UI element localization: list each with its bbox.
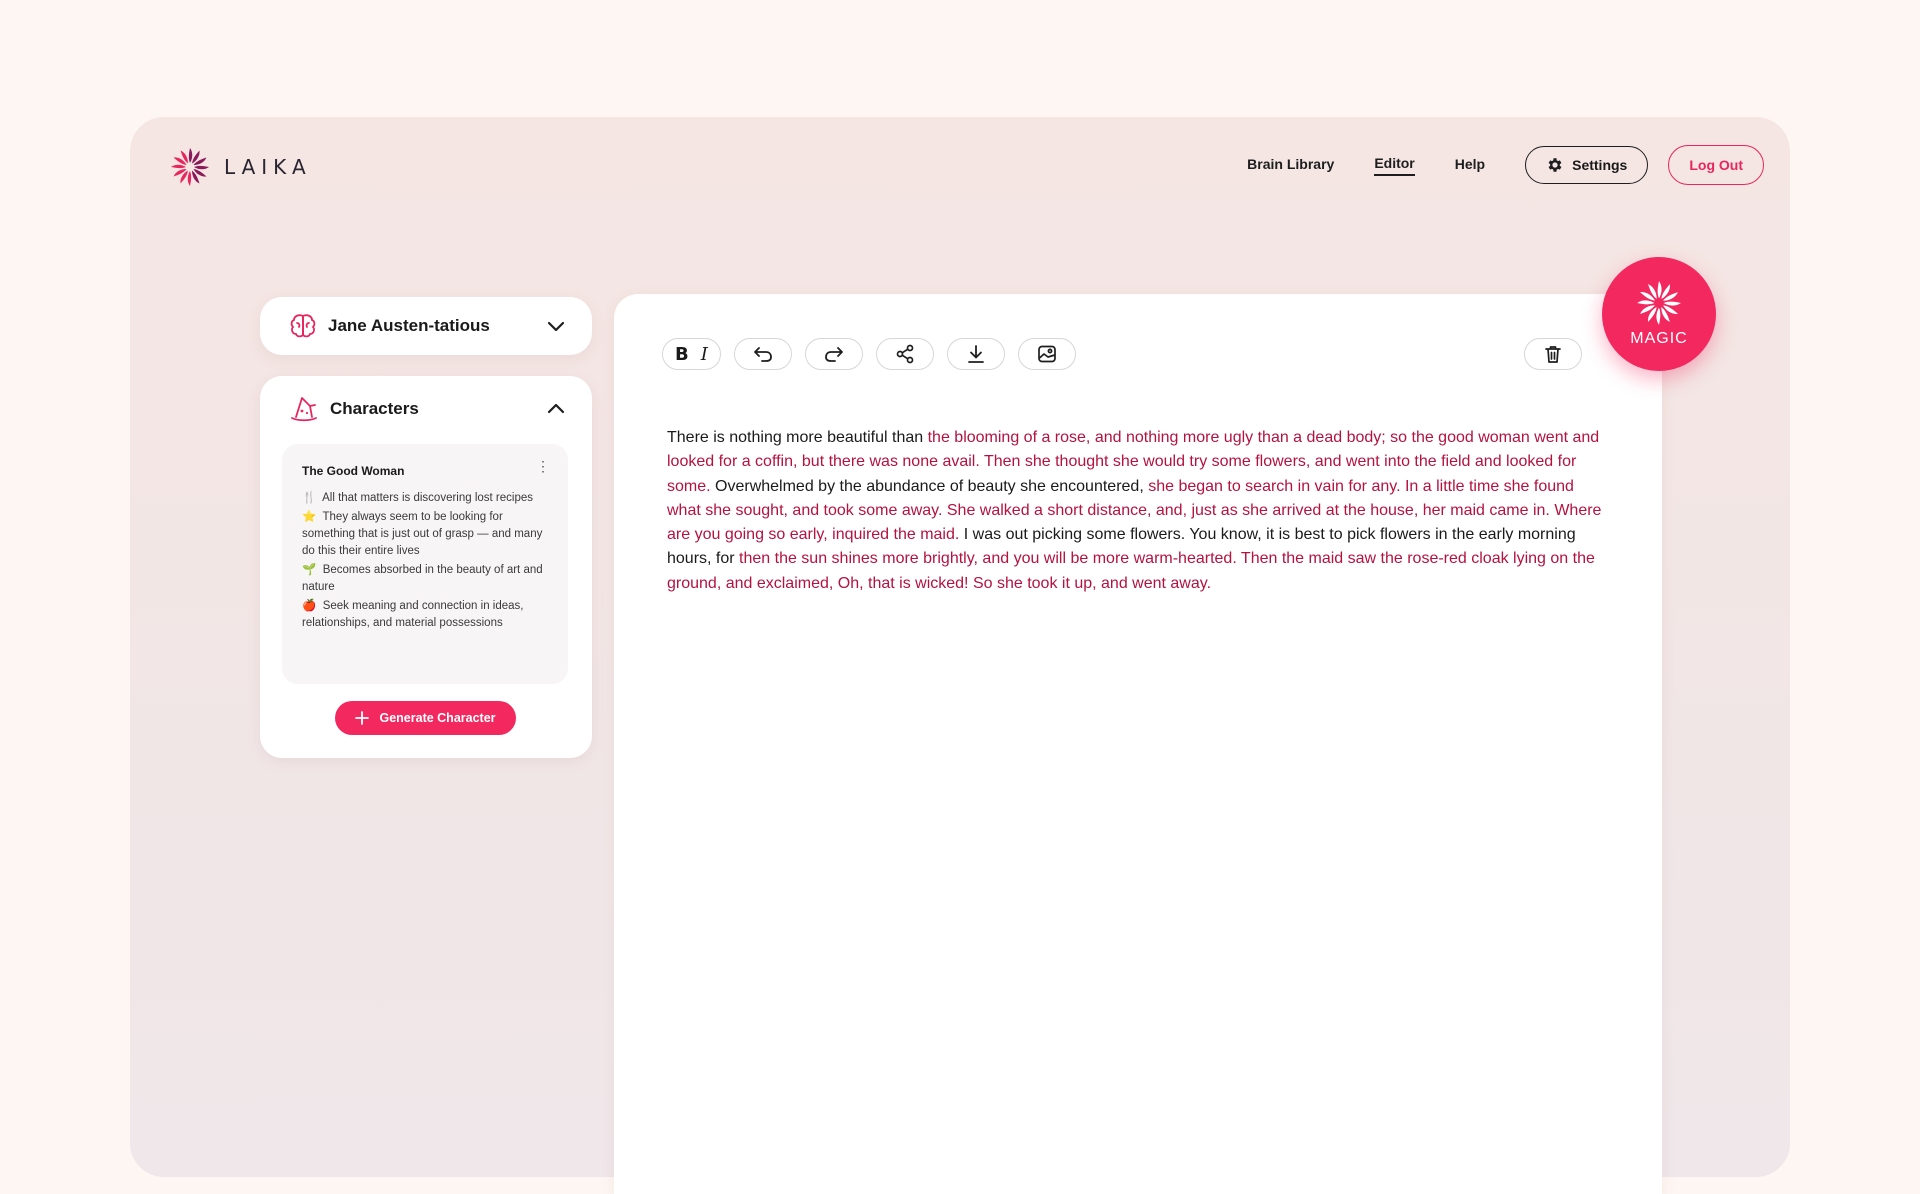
user-text: Overwhelmed by the abundance of beauty s… (710, 477, 1149, 495)
chevron-up-icon[interactable] (546, 399, 566, 419)
image-icon (1038, 345, 1056, 363)
settings-button[interactable]: Settings (1525, 146, 1649, 184)
trait-emoji: 🌱 (302, 564, 317, 576)
undo-button[interactable] (733, 338, 792, 370)
trait-item: ⭐ They always seem to be looking for som… (302, 511, 543, 557)
logo[interactable]: LAIKA (170, 147, 312, 187)
trash-icon (1545, 346, 1561, 363)
download-icon (967, 345, 984, 363)
delete-button[interactable] (1524, 338, 1582, 370)
characters-title: Characters (330, 399, 419, 418)
trait-emoji: ⭐ (302, 511, 317, 523)
magic-label: MAGIC (1630, 330, 1688, 347)
gear-icon (1548, 158, 1562, 172)
logo-text: LAIKA (224, 155, 312, 179)
magic-flower-icon (1637, 281, 1681, 325)
character-card[interactable]: The Good Woman ⋮ 🍴 All that matters is d… (282, 444, 568, 684)
brain-icon (290, 314, 316, 338)
redo-button[interactable] (804, 338, 863, 370)
editor-text-area[interactable]: There is nothing more beautiful than the… (667, 426, 1607, 596)
redo-icon (824, 347, 843, 362)
chevron-down-icon[interactable] (546, 316, 566, 336)
magic-button[interactable]: MAGIC (1602, 257, 1716, 371)
brain-selector[interactable]: Jane Austen-tatious (260, 297, 592, 355)
ai-generated-text: then the sun shines more brightly, and y… (667, 550, 1595, 592)
undo-icon (753, 347, 772, 362)
nav-help[interactable]: Help (1455, 156, 1485, 175)
app-window: LAIKA Brain Library Editor Help Settings… (130, 117, 1790, 1194)
laika-flower-icon (171, 148, 209, 186)
character-name: The Good Woman (302, 464, 405, 478)
user-text: There is nothing more beautiful than (667, 429, 928, 446)
bold-button[interactable]: B (675, 344, 689, 365)
italic-button[interactable]: I (701, 344, 708, 365)
generate-character-button[interactable]: Generate Character (335, 701, 516, 735)
character-traits: 🍴 All that matters is discovering lost r… (302, 490, 548, 632)
trait-item: 🌱 Becomes absorbed in the beauty of art … (302, 564, 543, 593)
top-nav: Brain Library Editor Help Settings Log O… (1247, 145, 1764, 185)
logout-button[interactable]: Log Out (1668, 145, 1764, 185)
image-button[interactable] (1017, 338, 1076, 370)
share-button[interactable] (875, 338, 934, 370)
nav-brain-library[interactable]: Brain Library (1247, 156, 1334, 175)
more-options-icon[interactable]: ⋮ (536, 458, 550, 475)
generate-character-label: Generate Character (379, 711, 496, 725)
nav-editor[interactable]: Editor (1374, 155, 1415, 176)
trait-item: 🍴 All that matters is discovering lost r… (302, 492, 534, 504)
format-group: B I (662, 338, 721, 370)
plus-icon (355, 711, 370, 725)
trait-emoji: 🍴 (302, 492, 317, 504)
download-button[interactable] (946, 338, 1005, 370)
trait-emoji: 🍎 (302, 600, 317, 612)
trait-item: 🍎 Seek meaning and connection in ideas, … (302, 600, 524, 629)
brain-title: Jane Austen-tatious (328, 316, 490, 335)
wizard-hat-icon (291, 397, 317, 422)
editor-toolbar: B I (662, 338, 1076, 370)
characters-panel: Characters The Good Woman ⋮ 🍴 All that m… (260, 376, 592, 758)
characters-header[interactable]: Characters (260, 376, 592, 442)
share-icon (896, 344, 914, 364)
editor-panel: B I There is nothing more beautiful than… (614, 294, 1662, 1194)
settings-label: Settings (1572, 157, 1628, 173)
